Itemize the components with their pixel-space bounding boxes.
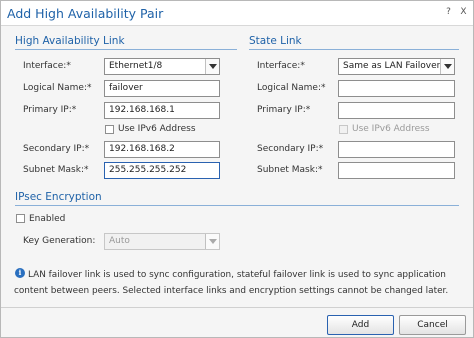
ha-interface-select[interactable]: Ethernet1/8: [104, 58, 220, 75]
ha-primary-ip-label: Primary IP:*: [23, 105, 77, 115]
state-secondary-ip-input[interactable]: [338, 141, 455, 158]
chevron-down-icon: [205, 59, 219, 74]
ipsec-section-title: IPsec Encryption: [15, 191, 102, 203]
close-icon[interactable]: X: [458, 7, 469, 18]
cancel-button[interactable]: Cancel: [399, 315, 466, 335]
key-generation-select[interactable]: Auto: [104, 233, 220, 250]
key-generation-value: Auto: [109, 236, 130, 246]
help-icon[interactable]: ?: [443, 7, 454, 18]
ha-secondary-ip-input[interactable]: 192.168.168.2: [104, 141, 220, 158]
ha-secondary-ip-label: Secondary IP:*: [23, 144, 90, 154]
state-use-ipv6-checkbox[interactable]: [339, 125, 348, 134]
ha-logical-name-input[interactable]: failover: [104, 80, 220, 97]
state-primary-ip-label: Primary IP:*: [257, 105, 311, 115]
ha-interface-label: Interface:*: [23, 61, 71, 71]
dialog-titlebar: Add High Availability Pair ? X: [1, 1, 473, 26]
ha-use-ipv6-label: Use IPv6 Address: [118, 124, 196, 134]
dialog-title: Add High Availability Pair: [7, 6, 164, 21]
info-message: LAN failover link is used to sync config…: [14, 270, 449, 296]
ipsec-enabled-checkbox[interactable]: [16, 214, 25, 223]
state-subnet-mask-label: Subnet Mask:*: [257, 165, 323, 175]
state-interface-select[interactable]: Same as LAN Failover L: [338, 58, 455, 75]
state-subnet-mask-input[interactable]: [338, 162, 455, 179]
add-button[interactable]: Add: [327, 315, 394, 335]
ha-logical-name-label: Logical Name:*: [23, 83, 92, 93]
key-generation-label: Key Generation:: [23, 236, 96, 246]
ha-link-section-rule: [15, 49, 237, 50]
ha-primary-ip-input[interactable]: 192.168.168.1: [104, 102, 220, 119]
ha-use-ipv6-checkbox[interactable]: [105, 125, 114, 134]
state-link-section-title: State Link: [249, 35, 302, 47]
state-secondary-ip-label: Secondary IP:*: [257, 144, 324, 154]
ipsec-enabled-label: Enabled: [29, 214, 66, 224]
footer-divider: [1, 307, 473, 308]
ha-subnet-mask-label: Subnet Mask:*: [23, 165, 89, 175]
ha-subnet-mask-input[interactable]: 255.255.255.252: [104, 162, 220, 179]
state-primary-ip-input[interactable]: [338, 102, 455, 119]
add-ha-pair-dialog: Add High Availability Pair ? X High Avai…: [0, 0, 474, 338]
state-interface-label: Interface:*: [257, 61, 305, 71]
chevron-down-icon: [205, 234, 219, 249]
state-logical-name-input[interactable]: [338, 80, 455, 97]
chevron-down-icon: [440, 59, 454, 74]
state-use-ipv6-label: Use IPv6 Address: [352, 124, 430, 134]
state-link-section-rule: [249, 49, 459, 50]
state-interface-value: Same as LAN Failover L: [343, 61, 449, 71]
state-logical-name-label: Logical Name:*: [257, 83, 326, 93]
ha-link-section-title: High Availability Link: [15, 35, 125, 47]
ha-interface-value: Ethernet1/8: [109, 61, 163, 71]
ipsec-section-rule: [15, 205, 459, 206]
